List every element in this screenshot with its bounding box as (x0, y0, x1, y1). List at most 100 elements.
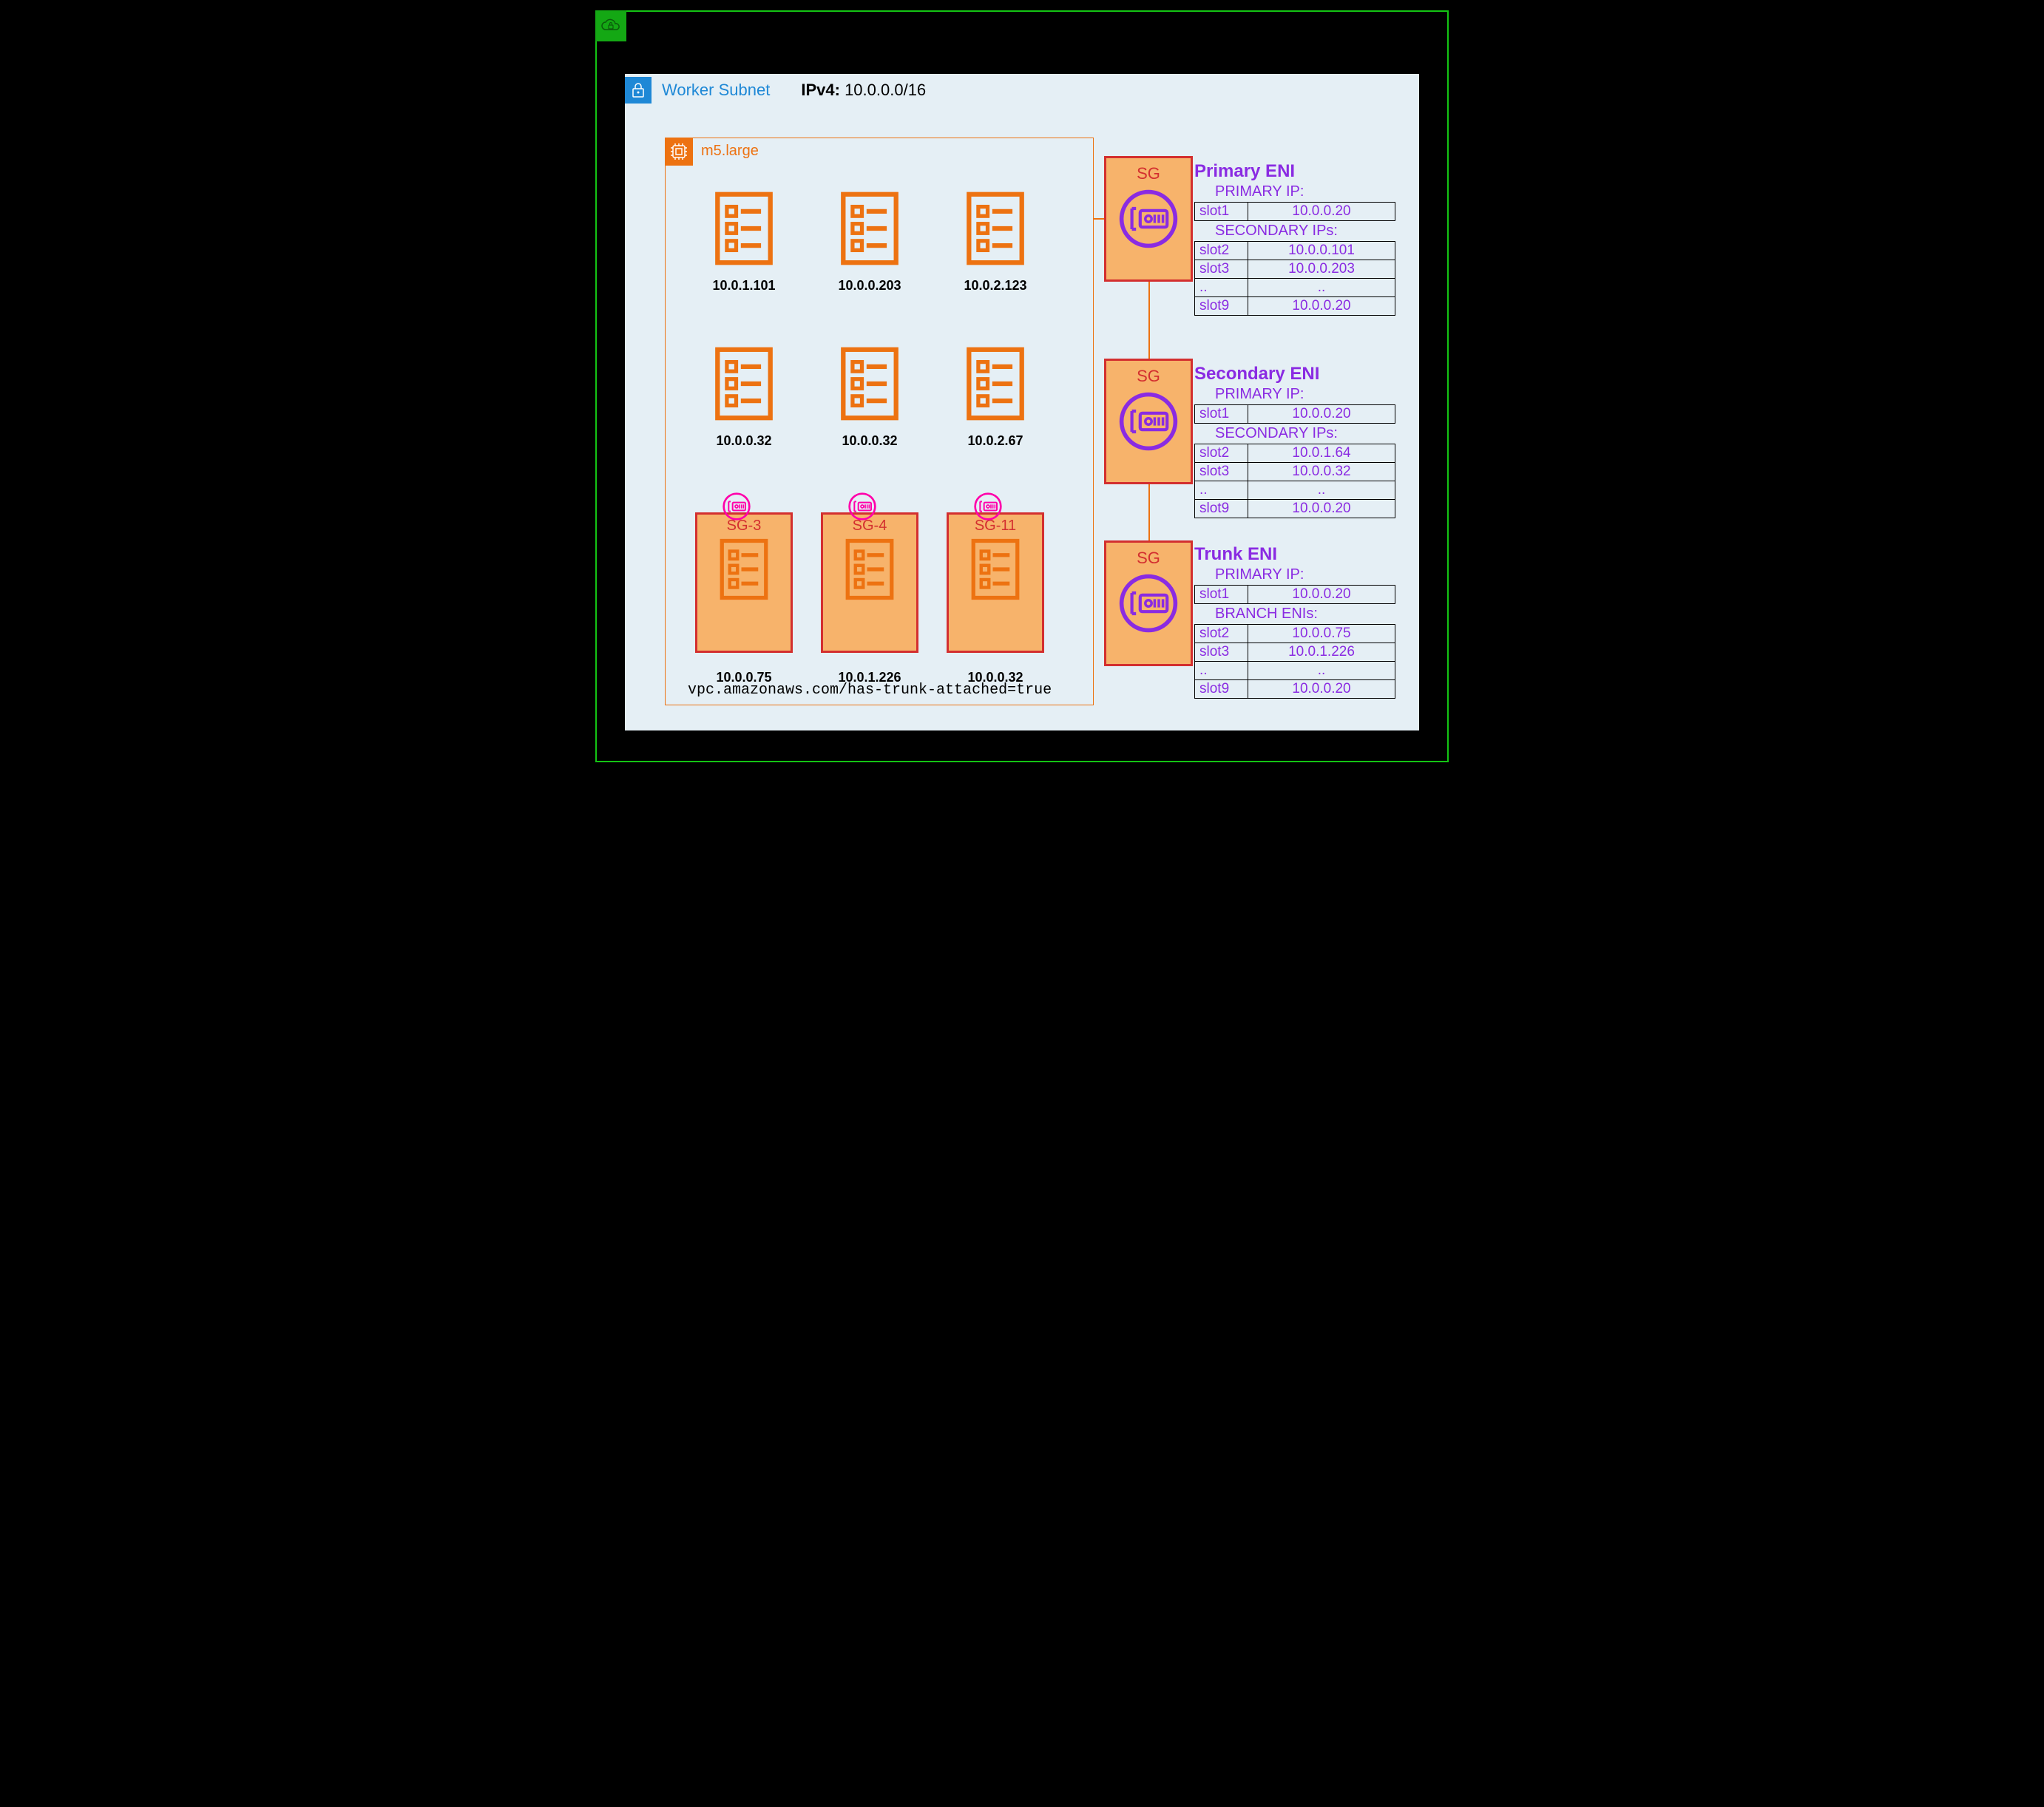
ip: .. (1248, 279, 1395, 297)
pod-ip: 10.0.2.67 (967, 433, 1023, 449)
eni-title: Primary ENI (1194, 161, 1409, 182)
pod: 10.0.2.67 (936, 338, 1055, 486)
nic-icon (1117, 572, 1180, 638)
slot: slot2 (1195, 444, 1248, 463)
pod-ip: 10.0.0.203 (838, 278, 901, 294)
ip: 10.0.0.203 (1248, 260, 1395, 279)
nic-icon (1117, 188, 1180, 254)
sg-label: SG (1137, 549, 1160, 568)
slot: .. (1195, 279, 1248, 297)
ip: 10.0.0.20 (1248, 680, 1395, 699)
subnet-cidr: IPv4: 10.0.0.0/16 (801, 81, 926, 100)
pod-with-sg: SG-11 10.0.0.32 (936, 493, 1055, 685)
pod-with-sg: SG-4 10.0.1.226 (811, 493, 929, 685)
slot: slot3 (1195, 463, 1248, 481)
cloud-icon (595, 10, 626, 41)
pod-icon (713, 344, 775, 427)
slot: slot2 (1195, 625, 1248, 643)
pod-ip: 10.0.0.32 (716, 433, 771, 449)
pod-icon (839, 344, 901, 427)
subnet-title: Worker Subnet (662, 81, 770, 100)
pod-icon (969, 536, 1021, 606)
chip-icon (665, 138, 693, 166)
diagram-root: Worker Subnet IPv4: 10.0.0.0/16 (585, 0, 1459, 773)
slot: .. (1195, 662, 1248, 680)
pod-with-sg: SG-3 10.0.0.75 (685, 493, 803, 685)
pod-icon (964, 344, 1026, 427)
ipv4-value: 10.0.0.0/16 (845, 81, 926, 99)
security-group: SG-11 (947, 512, 1044, 653)
eni-sg-box: SG (1104, 359, 1193, 484)
ip: 10.0.0.32 (1248, 463, 1395, 481)
sg-label: SG (1137, 367, 1160, 386)
slot: slot9 (1195, 680, 1248, 699)
nic-icon (973, 492, 1003, 521)
pod-icon (844, 536, 896, 606)
eni-sg-box: SG (1104, 540, 1193, 666)
ip: .. (1248, 481, 1395, 500)
instance-annotation: vpc.amazonaws.com/has-trunk-attached=tru… (688, 682, 1052, 699)
ip: 10.0.1.226 (1248, 643, 1395, 662)
ip: 10.0.0.20 (1248, 586, 1395, 604)
wire (1094, 218, 1104, 220)
pod-icon (964, 189, 1026, 272)
eni-trunk: Trunk ENI PRIMARY IP: slot1 10.0.0.20 BR… (1194, 544, 1409, 699)
eni-secondary-table: slot210.0.1.64 slot310.0.0.32 .... slot9… (1194, 444, 1395, 518)
security-group: SG-3 (695, 512, 793, 653)
slot: slot9 (1195, 297, 1248, 316)
ip: 10.0.0.20 (1248, 297, 1395, 316)
instance-type: m5.large (701, 143, 759, 160)
pod-ip: 10.0.2.123 (964, 278, 1026, 294)
sg-label: SG (1137, 164, 1160, 183)
ip: 10.0.0.20 (1248, 203, 1395, 221)
nic-icon (722, 492, 751, 521)
security-group: SG-4 (821, 512, 918, 653)
eni-primary-ip-label: PRIMARY IP: (1215, 183, 1409, 200)
slot: slot1 (1195, 405, 1248, 424)
pod: 10.0.0.203 (811, 183, 929, 330)
pod-icon (713, 189, 775, 272)
ip: 10.0.0.75 (1248, 625, 1395, 643)
slot: slot3 (1195, 643, 1248, 662)
eni-secondary-ips-label: SECONDARY IPs: (1215, 425, 1409, 442)
wire (1148, 282, 1150, 359)
eni-sg-box: SG (1104, 156, 1193, 282)
eni-primary-ip-label: PRIMARY IP: (1215, 566, 1409, 583)
pod-ip: 10.0.0.32 (842, 433, 897, 449)
wire (1148, 484, 1150, 540)
nic-icon (1117, 390, 1180, 456)
lock-icon (625, 77, 652, 104)
eni-branch-table: slot210.0.0.75 slot310.0.1.226 .... slot… (1194, 624, 1395, 699)
eni-title: Secondary ENI (1194, 364, 1409, 384)
pod: 10.0.0.32 (685, 338, 803, 486)
pod-icon (718, 536, 770, 606)
pod: 10.0.2.123 (936, 183, 1055, 330)
pod-icon (839, 189, 901, 272)
slot: slot2 (1195, 242, 1248, 260)
eni-title: Trunk ENI (1194, 544, 1409, 565)
eni-secondary-table: slot210.0.0.101 slot310.0.0.203 .... slo… (1194, 241, 1395, 316)
eni-branch-enis-label: BRANCH ENIs: (1215, 606, 1409, 623)
slot: slot1 (1195, 586, 1248, 604)
ip: 10.0.1.64 (1248, 444, 1395, 463)
eni-primary-table: slot1 10.0.0.20 (1194, 404, 1395, 424)
slot: .. (1195, 481, 1248, 500)
eni-primary: Primary ENI PRIMARY IP: slot1 10.0.0.20 … (1194, 161, 1409, 316)
ip: 10.0.0.20 (1248, 500, 1395, 518)
pod-ip: 10.0.1.101 (712, 278, 775, 294)
pod: 10.0.1.101 (685, 183, 803, 330)
nic-icon (847, 492, 877, 521)
ip: 10.0.0.101 (1248, 242, 1395, 260)
slot: slot3 (1195, 260, 1248, 279)
eni-primary-ip-label: PRIMARY IP: (1215, 386, 1409, 403)
ip: 10.0.0.20 (1248, 405, 1395, 424)
slot: slot1 (1195, 203, 1248, 221)
eni-primary-table: slot1 10.0.0.20 (1194, 585, 1395, 604)
worker-subnet: Worker Subnet IPv4: 10.0.0.0/16 (625, 74, 1419, 730)
ipv4-label: IPv4: (801, 81, 840, 99)
pod: 10.0.0.32 (811, 338, 929, 486)
ec2-instance: m5.large 10.0.1.101 10.0.0.203 (665, 138, 1094, 705)
eni-primary-table: slot1 10.0.0.20 (1194, 202, 1395, 221)
eni-secondary: Secondary ENI PRIMARY IP: slot1 10.0.0.2… (1194, 364, 1409, 518)
ip: .. (1248, 662, 1395, 680)
